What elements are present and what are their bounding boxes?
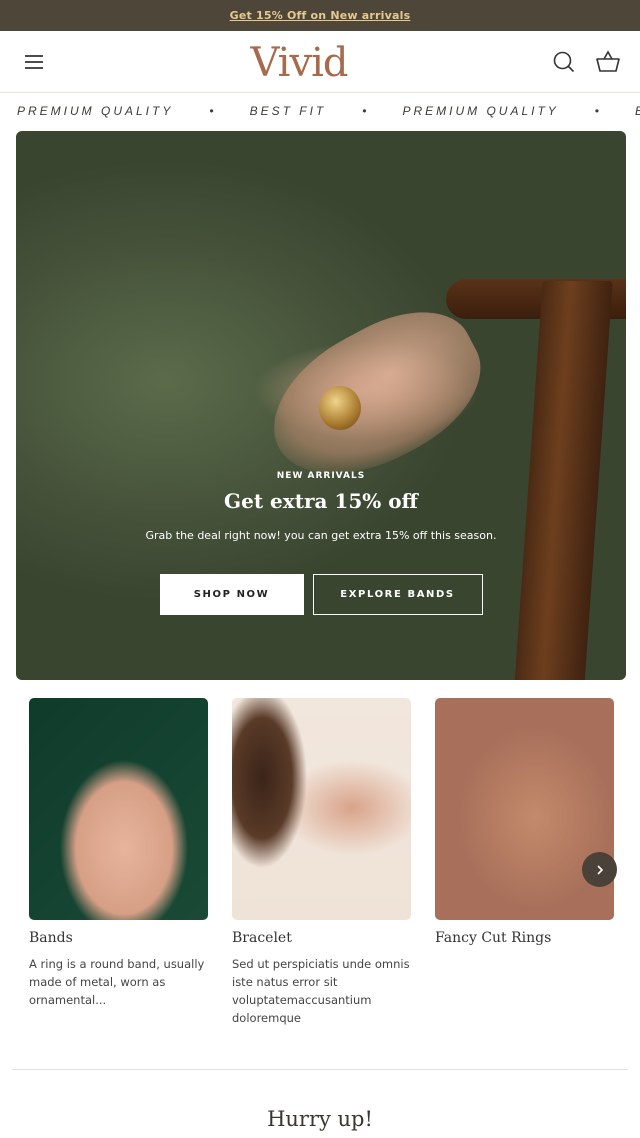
carousel-next-button[interactable] — [582, 852, 617, 887]
hero-title: Get extra 15% off — [224, 489, 418, 513]
marquee-separator: • — [209, 104, 214, 118]
category-title[interactable]: Fancy Cut Rings — [435, 930, 614, 946]
category-card[interactable]: Bands A ring is a round band, usually ma… — [29, 698, 208, 1027]
category-image[interactable] — [232, 698, 411, 920]
shop-now-button[interactable]: SHOP NOW — [159, 574, 304, 615]
site-header: Vivid — [0, 31, 640, 93]
announcement-bar: Get 15% Off on New arrivals — [0, 0, 640, 31]
category-image[interactable] — [29, 698, 208, 920]
marquee-item: PREMIUM QUALITY — [402, 104, 559, 118]
hero-description: Grab the deal right now! you can get ext… — [145, 529, 497, 542]
category-title[interactable]: Bands — [29, 930, 208, 946]
category-image[interactable] — [435, 698, 614, 920]
chevron-right-icon — [596, 864, 603, 875]
section-divider — [12, 1069, 628, 1070]
category-card[interactable]: Bracelet Sed ut perspiciatis unde omnis … — [232, 698, 411, 1027]
header-actions — [550, 48, 622, 76]
hero-content: NEW ARRIVALS Get extra 15% off Grab the … — [16, 471, 626, 615]
category-carousel: Bands A ring is a round band, usually ma… — [29, 698, 614, 1027]
hero-buttons: SHOP NOW EXPLORE BANDS — [16, 574, 626, 615]
logo[interactable]: Vivid — [251, 40, 349, 86]
marquee-item: PREMIUM QUALITY — [17, 104, 174, 118]
search-icon — [553, 51, 575, 72]
hero-subtitle: NEW ARRIVALS — [276, 471, 366, 481]
basket-icon — [596, 49, 620, 72]
explore-bands-button[interactable]: EXPLORE BANDS — [312, 574, 483, 615]
marquee-item: B — [635, 104, 640, 118]
marquee-separator: • — [594, 104, 599, 118]
gold-ring-image — [319, 386, 361, 430]
announcement-link[interactable]: Get 15% Off on New arrivals — [230, 9, 411, 22]
section-heading: Hurry up! — [267, 1107, 373, 1131]
category-description: Sed ut perspiciatis unde omnis iste natu… — [232, 957, 410, 1025]
marquee-item: BEST FIT — [249, 104, 327, 118]
search-button[interactable] — [550, 48, 578, 76]
hero-banner: NEW ARRIVALS Get extra 15% off Grab the … — [16, 131, 626, 680]
menu-button[interactable] — [20, 48, 48, 76]
category-title[interactable]: Bracelet — [232, 930, 411, 946]
hamburger-icon — [25, 54, 43, 69]
category-description: A ring is a round band, usually made of … — [29, 957, 205, 1007]
marquee-banner: PREMIUM QUALITY • BEST FIT • PREMIUM QUA… — [0, 93, 640, 129]
marquee-separator: • — [362, 104, 367, 118]
cart-button[interactable] — [594, 48, 622, 76]
